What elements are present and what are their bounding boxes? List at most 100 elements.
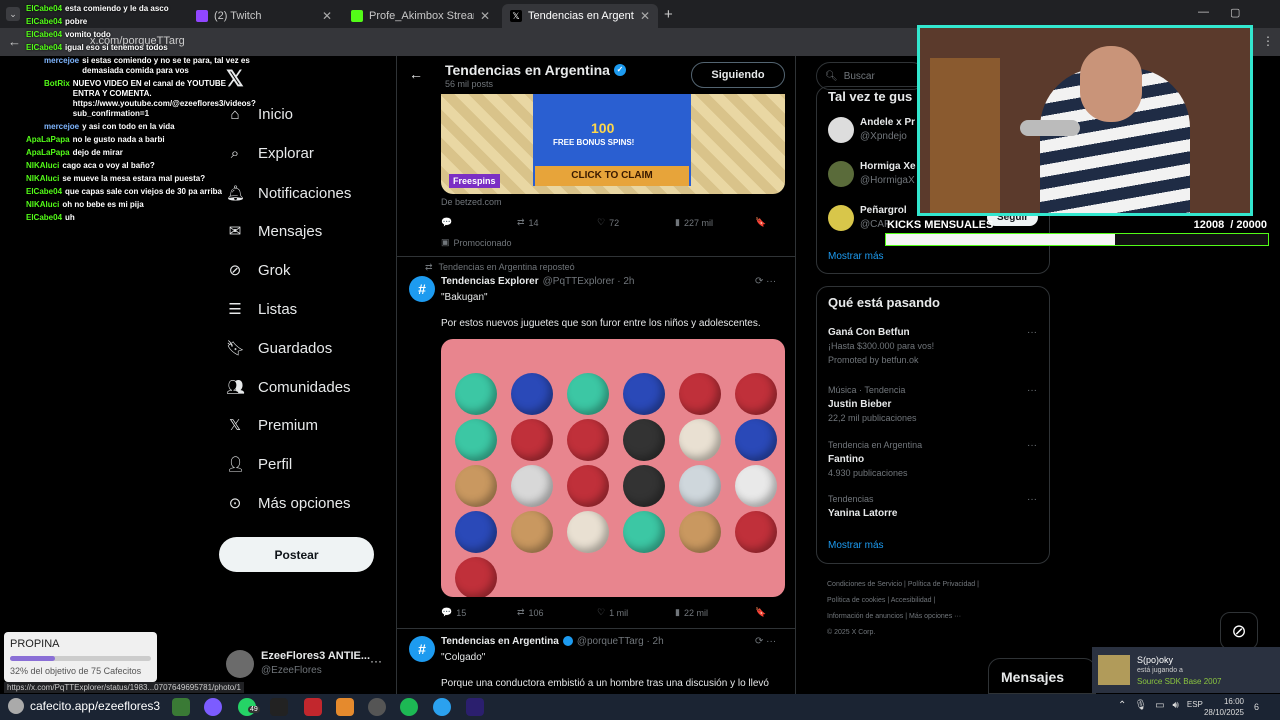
nav-item-guardados[interactable]: 🔖︎ Guardados <box>226 339 332 358</box>
bookmark-action[interactable]: 🔖 <box>755 217 766 228</box>
suggested-name[interactable]: Hormiga Xe <box>860 161 916 172</box>
chat-username[interactable]: mercejoe <box>44 122 79 132</box>
show-more-link[interactable]: Mostrar más <box>828 251 884 262</box>
mic-icon[interactable]: 🎙︎ <box>1134 700 1147 711</box>
close-tab-icon[interactable]: ✕ <box>480 9 490 23</box>
app-icon[interactable] <box>204 698 222 716</box>
back-arrow-icon[interactable]: ← <box>409 66 423 82</box>
author-name[interactable]: Tendencias Explorer <box>441 276 539 287</box>
chat-username[interactable]: NIKAluci <box>26 174 59 184</box>
more-icon[interactable]: ··· <box>1027 385 1037 396</box>
author-handle[interactable]: @PqTTExplorer · 2h <box>543 276 635 287</box>
retweet-action[interactable]: ⇄ 14 <box>517 217 539 228</box>
close-tab-icon[interactable]: ✕ <box>322 9 332 23</box>
avatar[interactable]: # <box>409 636 435 662</box>
more-icon[interactable]: ··· <box>1027 440 1037 451</box>
avatar[interactable] <box>828 205 854 231</box>
app-icon[interactable] <box>368 698 386 716</box>
chat-username[interactable]: ElCabe04 <box>26 187 62 197</box>
avatar[interactable] <box>828 161 854 187</box>
nav-item-premium[interactable]: 𝕏 Premium <box>226 416 318 435</box>
nav-item-comunidades[interactable]: 👥︎ Comunidades <box>226 378 351 397</box>
restore-button[interactable]: ▢ <box>1230 6 1240 19</box>
trend-title[interactable]: Justin Bieber <box>828 399 891 410</box>
more-icon[interactable]: ··· <box>1027 327 1037 338</box>
trend-title[interactable]: Ganá Con Betfun <box>828 327 910 338</box>
footer-link[interactable]: Política de cookies <box>827 597 885 604</box>
more-icon[interactable]: ⟳ ··· <box>755 276 776 287</box>
suggested-name[interactable]: Andele x Pr <box>860 117 915 128</box>
minimize-button[interactable]: — <box>1198 6 1209 18</box>
footer-link[interactable]: Política de Privacidad <box>908 581 975 588</box>
nav-item-listas[interactable]: ☰ Listas <box>226 300 297 319</box>
premiere-icon[interactable] <box>466 698 484 716</box>
trend-title[interactable]: Yanina Latorre <box>828 508 897 519</box>
chat-username[interactable]: ElCabe04 <box>26 17 62 27</box>
app-icon[interactable] <box>304 698 322 716</box>
grok-floating-button[interactable]: ⊘ <box>1220 612 1258 650</box>
network-icon[interactable]: ▭ <box>1155 700 1164 711</box>
footer-link[interactable]: Accesibilidad <box>891 597 932 604</box>
nav-item-m-s-opciones[interactable]: ⊙ Más opciones <box>226 494 351 513</box>
views-action[interactable]: ▮ 22 mil <box>675 607 708 618</box>
avatar[interactable] <box>828 117 854 143</box>
suggested-name[interactable]: Peñargrol <box>860 205 907 216</box>
author-handle[interactable]: @porqueTTarg · 2h <box>577 636 664 647</box>
author-name[interactable]: Tendencias en Argentina <box>441 636 559 647</box>
tab-x[interactable]: 𝕏 Tendencias en Argentina (@por ✕ <box>502 4 658 28</box>
nav-item-perfil[interactable]: 👤︎ Perfil <box>226 455 292 474</box>
more-icon[interactable]: ··· <box>1027 494 1037 505</box>
post-button[interactable]: Postear <box>219 537 374 572</box>
notification-count[interactable]: 6 <box>1254 702 1259 712</box>
whatsapp-icon[interactable]: 49 <box>238 698 260 716</box>
trend-title[interactable]: Fantino <box>828 454 864 465</box>
chat-username[interactable]: ApaLaPapa <box>26 148 70 158</box>
spotify-icon[interactable] <box>400 698 418 716</box>
close-tab-icon[interactable]: ✕ <box>640 9 650 23</box>
retweet-action[interactable]: ⇄ 106 <box>517 607 544 618</box>
avatar[interactable]: # <box>409 276 435 302</box>
tweet-image[interactable] <box>441 339 785 597</box>
app-icon[interactable] <box>270 698 288 716</box>
reply-action[interactable]: 💬 15 <box>441 607 466 618</box>
app-icon[interactable] <box>172 698 190 716</box>
like-action[interactable]: ♡ 72 <box>597 217 619 228</box>
chat-username[interactable]: NIKAluci <box>26 200 59 210</box>
chat-username[interactable]: BotRix <box>44 79 70 119</box>
like-action[interactable]: ♡ 1 mil <box>597 607 628 618</box>
tab-kick[interactable]: Profe_Akimbox Stream - Watch ✕ <box>343 4 498 28</box>
app-icon[interactable] <box>433 698 451 716</box>
chat-username[interactable]: ElCabe04 <box>26 4 62 14</box>
reply-action[interactable]: 💬 <box>441 217 452 228</box>
chat-username[interactable]: ElCabe04 <box>26 213 62 223</box>
footer-link[interactable]: Condiciones de Servicio <box>827 581 902 588</box>
back-button[interactable]: ← <box>8 34 21 49</box>
chat-username[interactable]: mercejoe <box>44 56 79 76</box>
messages-drawer[interactable]: Mensajes <box>988 658 1096 694</box>
chat-message: mercejoe si estas comiendo y no se te par… <box>26 56 266 76</box>
footer-link[interactable]: Información de anuncios <box>827 613 903 620</box>
following-button[interactable]: Siguiendo <box>691 62 785 88</box>
chat-username[interactable]: ElCabe04 <box>26 30 62 40</box>
chat-username[interactable]: NIKAluci <box>26 161 59 171</box>
account-switcher[interactable]: EzeeFlores3 ANTIE... @EzeeFlores ··· <box>226 648 386 682</box>
app-icon[interactable] <box>336 698 354 716</box>
ad-source[interactable]: De betzed.com <box>441 197 502 207</box>
ad-image[interactable]: Freespins 100 FREE BONUS SPINS! CLICK TO… <box>441 94 785 194</box>
chat-username[interactable]: ElCabe04 <box>26 43 62 53</box>
volume-icon[interactable]: 🔊︎ <box>1173 700 1179 711</box>
clock[interactable]: 16:00 28/10/2025 <box>1200 696 1244 718</box>
tab-list-button[interactable]: ⌄ <box>6 7 20 21</box>
nav-item-grok[interactable]: ⊘ Grok <box>226 261 291 280</box>
more-icon[interactable]: ⟳ ··· <box>755 636 776 647</box>
bookmark-action[interactable]: 🔖 <box>755 607 766 618</box>
chat-username[interactable]: ApaLaPapa <box>26 135 70 145</box>
new-tab-button[interactable]: + <box>664 6 673 23</box>
more-icon[interactable]: ··· <box>370 654 382 668</box>
show-more-link[interactable]: Mostrar más <box>828 540 884 551</box>
views-action[interactable]: ▮ 227 mil <box>675 217 713 228</box>
footer-link[interactable]: Más opciones ··· <box>909 613 961 620</box>
claim-button[interactable]: CLICK TO CLAIM <box>535 166 689 186</box>
chevron-up-icon[interactable]: ⌃ <box>1118 700 1126 711</box>
menu-dots-icon[interactable]: ⋮ <box>1262 34 1274 48</box>
